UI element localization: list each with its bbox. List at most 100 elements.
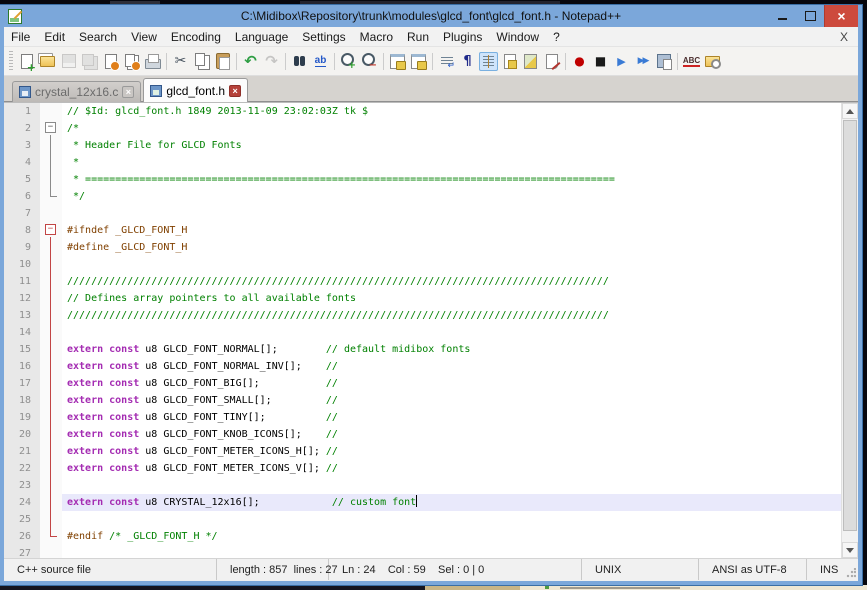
menu-item-window[interactable]: Window (489, 27, 546, 46)
zoom-in-button[interactable] (339, 52, 358, 71)
status-eol-format[interactable]: UNIX (582, 559, 699, 580)
code-line[interactable]: 25 (4, 511, 841, 528)
code-line[interactable]: 19extern const u8 GLCD_FONT_TINY[]; // (4, 409, 841, 426)
plugin-folder-button[interactable] (703, 52, 722, 71)
menu-item-encoding[interactable]: Encoding (164, 27, 228, 46)
status-cursor-position[interactable]: Ln : 24 Col : 59 Sel : 0 | 0 (329, 559, 582, 580)
vertical-scrollbar[interactable] (841, 103, 858, 558)
menu-item-settings[interactable]: Settings (295, 27, 352, 46)
maximize-button[interactable] (796, 5, 824, 27)
new-file-button[interactable] (17, 52, 36, 71)
code-line[interactable]: 14 (4, 324, 841, 341)
tab-glcd-font-h[interactable]: glcd_font.h× (143, 78, 248, 102)
code-line[interactable]: 21extern const u8 GLCD_FONT_METER_ICONS_… (4, 443, 841, 460)
tab-save-state-icon (19, 86, 31, 98)
tab-close-icon[interactable]: × (229, 85, 241, 97)
code-line[interactable]: 13//////////////////////////////////////… (4, 307, 841, 324)
status-length-lines[interactable]: length : 857 lines : 27 (217, 559, 329, 580)
menu-item-search[interactable]: Search (72, 27, 124, 46)
scroll-down-icon[interactable] (842, 542, 858, 558)
playback-macro-button[interactable] (612, 52, 631, 71)
code-line[interactable]: 27 (4, 545, 841, 558)
run-macro-multiple-button[interactable] (633, 52, 652, 71)
code-line[interactable]: 5 * ====================================… (4, 171, 841, 188)
code-line[interactable]: 8#ifndef _GLCD_FONT_H (4, 222, 841, 239)
toolbar-separator (383, 53, 384, 70)
menu-item-plugins[interactable]: Plugins (436, 27, 489, 46)
fold-margin (40, 188, 62, 205)
sync-vertical-scroll-button[interactable] (388, 52, 407, 71)
code-line[interactable]: 26#endif /* _GLCD_FONT_H */ (4, 528, 841, 545)
close-document-x[interactable]: X (830, 30, 858, 44)
code-line[interactable]: 15extern const u8 GLCD_FONT_NORMAL[]; //… (4, 341, 841, 358)
save-file-button[interactable] (59, 52, 78, 71)
cut-button[interactable] (171, 52, 190, 71)
save-macro-button[interactable] (654, 52, 673, 71)
menu-item-macro[interactable]: Macro (353, 27, 400, 46)
title-bar[interactable]: C:\Midibox\Repository\trunk\modules\glcd… (4, 5, 858, 27)
menu-item-edit[interactable]: Edit (37, 27, 72, 46)
code-line[interactable]: 7 (4, 205, 841, 222)
status-doc-type[interactable]: C++ source file (4, 559, 217, 580)
undo-button[interactable] (241, 52, 260, 71)
code-line[interactable]: 20extern const u8 GLCD_FONT_KNOB_ICONS[]… (4, 426, 841, 443)
save-all-button[interactable] (80, 52, 99, 71)
fold-toggle-icon[interactable] (45, 224, 56, 235)
code-line[interactable]: 16extern const u8 GLCD_FONT_NORMAL_INV[]… (4, 358, 841, 375)
show-indent-guide-button[interactable] (479, 52, 498, 71)
print-button[interactable] (143, 52, 162, 71)
close-button[interactable] (824, 5, 858, 27)
code-line[interactable]: 6 */ (4, 188, 841, 205)
resize-grip[interactable] (846, 568, 856, 578)
code-line[interactable]: 11//////////////////////////////////////… (4, 273, 841, 290)
code-line[interactable]: 3 * Header File for GLCD Fonts (4, 137, 841, 154)
code-line[interactable]: 1// $Id: glcd_font.h 1849 2013-11-09 23:… (4, 103, 841, 120)
code-line[interactable]: 23 (4, 477, 841, 494)
record-macro-button[interactable] (570, 52, 589, 71)
open-file-button[interactable] (38, 52, 57, 71)
find-button[interactable] (290, 52, 309, 71)
document-map-button[interactable] (521, 52, 540, 71)
fold-toggle-icon[interactable] (45, 122, 56, 133)
menu-item-view[interactable]: View (124, 27, 164, 46)
sync-horizontal-scroll-button[interactable] (409, 52, 428, 71)
function-list-button[interactable] (500, 52, 519, 71)
document-monitor-button[interactable] (542, 52, 561, 71)
code-editor[interactable]: 1// $Id: glcd_font.h 1849 2013-11-09 23:… (4, 102, 858, 558)
menu-item-run[interactable]: Run (400, 27, 436, 46)
code-line[interactable]: 12// Defines array pointers to all avail… (4, 290, 841, 307)
menu-item-file[interactable]: File (4, 27, 37, 46)
code-line[interactable]: 24extern const u8 CRYSTAL_12x16[]; // cu… (4, 494, 841, 511)
redo-button[interactable] (262, 52, 281, 71)
tab-crystal-12x16-c[interactable]: crystal_12x16.c× (12, 81, 141, 102)
tab-close-icon[interactable]: × (122, 86, 134, 98)
code-line[interactable]: 17extern const u8 GLCD_FONT_BIG[]; // (4, 375, 841, 392)
code-text: extern const u8 GLCD_FONT_TINY[]; // (62, 409, 841, 426)
code-line[interactable]: 18extern const u8 GLCD_FONT_SMALL[]; // (4, 392, 841, 409)
paste-button[interactable] (213, 52, 232, 71)
minimize-button[interactable] (768, 5, 796, 27)
spell-check-button[interactable] (682, 52, 701, 71)
copy-button[interactable] (192, 52, 211, 71)
status-encoding[interactable]: ANSI as UTF-8 (699, 559, 807, 580)
show-all-characters-button[interactable] (458, 52, 477, 71)
toolbar-grip[interactable] (9, 51, 13, 71)
code-line[interactable]: 2/* (4, 120, 841, 137)
scrollbar-thumb[interactable] (843, 120, 857, 531)
zoom-out-button[interactable] (360, 52, 379, 71)
code-line[interactable]: 22extern const u8 GLCD_FONT_METER_ICONS_… (4, 460, 841, 477)
code-line[interactable]: 9#define _GLCD_FONT_H (4, 239, 841, 256)
close-file-button[interactable] (101, 52, 120, 71)
replace-button[interactable] (311, 52, 330, 71)
code-line[interactable]: 10 (4, 256, 841, 273)
code-line[interactable]: 4 * (4, 154, 841, 171)
word-wrap-button[interactable] (437, 52, 456, 71)
scroll-up-icon[interactable] (842, 103, 858, 119)
close-all-button[interactable] (122, 52, 141, 71)
fold-margin (40, 103, 62, 120)
menu-item-language[interactable]: Language (228, 27, 295, 46)
code-area[interactable]: 1// $Id: glcd_font.h 1849 2013-11-09 23:… (4, 103, 841, 558)
status-bar: C++ source filelength : 857 lines : 27Ln… (4, 558, 858, 580)
menu-item-help[interactable]: ? (546, 27, 567, 46)
stop-macro-button[interactable] (591, 52, 610, 71)
